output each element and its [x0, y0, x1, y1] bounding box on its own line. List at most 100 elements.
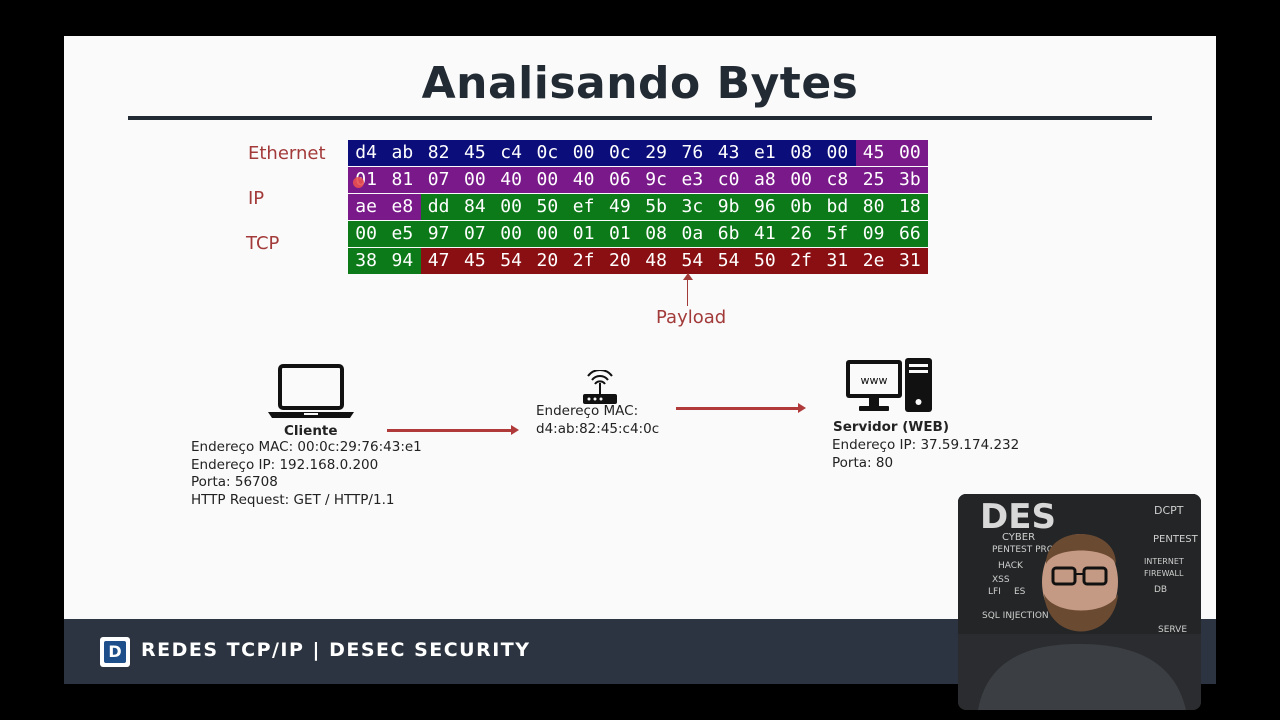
hex-byte-ip: 00	[783, 167, 820, 193]
payload-label: Payload	[656, 307, 727, 328]
client-mac: Endereço MAC: 00:0c:29:76:43:e1	[191, 439, 422, 455]
laptop-icon	[268, 364, 354, 418]
hex-byte-tcp: 84	[456, 194, 493, 220]
hex-byte-payload: 54	[493, 248, 530, 274]
hex-byte-tcp: 18	[891, 194, 928, 220]
board-note-6: INTERNET	[1144, 557, 1184, 566]
hex-byte-tcp: 49	[601, 194, 638, 220]
board-note-3: PENTEST PRO	[992, 545, 1054, 555]
board-note-8: XSS	[992, 575, 1010, 585]
hex-byte-ethernet: c4	[493, 140, 530, 166]
hex-byte-tcp: 26	[783, 221, 820, 247]
hex-byte-ethernet: d4	[348, 140, 385, 166]
hex-byte-ip: 00	[891, 140, 928, 166]
client-request: HTTP Request: GET / HTTP/1.1	[191, 491, 395, 508]
hex-byte-tcp: 94	[384, 248, 421, 274]
board-note-13: SERVE	[1158, 625, 1187, 635]
hex-byte-ip: 3b	[891, 167, 928, 193]
hex-byte-tcp: 97	[420, 221, 457, 247]
hex-byte-ip: 45	[855, 140, 892, 166]
hex-byte-ethernet: 08	[783, 140, 820, 166]
hex-byte-ethernet: e1	[746, 140, 783, 166]
hex-byte-ip: a8	[746, 167, 783, 193]
server-computer-icon: www	[846, 358, 932, 412]
hex-byte-tcp: bd	[819, 194, 856, 220]
board-note-10: ES	[1014, 587, 1026, 597]
board-note-5: HACK	[998, 561, 1024, 571]
router-mac-label: Endereço MAC:	[536, 403, 639, 419]
hex-byte-ethernet: 82	[420, 140, 457, 166]
arrow-router-server-head	[798, 403, 806, 413]
hex-byte-tcp: 50	[529, 194, 566, 220]
hex-byte-payload: 20	[529, 248, 566, 274]
payload-arrow	[687, 276, 688, 306]
hex-byte-tcp: 80	[855, 194, 892, 220]
arrow-client-router	[387, 429, 511, 432]
hex-byte-payload: 50	[746, 248, 783, 274]
desec-logo-letter: D	[104, 641, 126, 663]
hex-byte-ethernet: 00	[819, 140, 856, 166]
hex-byte-payload: 45	[456, 248, 493, 274]
label-ethernet: Ethernet	[248, 143, 326, 164]
hex-byte-ip: c0	[710, 167, 747, 193]
hex-byte-ip: 81	[384, 167, 421, 193]
hex-byte-tcp: 09	[855, 221, 892, 247]
router-icon	[583, 370, 617, 404]
hex-byte-payload: 2f	[565, 248, 602, 274]
router-info: Endereço MAC: d4:ab:82:45:c4:0c	[536, 403, 659, 438]
hex-row: 01 81 07 00 40 00 40 06 9c e3 c0 a8 00 c8 25 3b	[348, 167, 928, 193]
board-note-12: DB	[1154, 585, 1167, 595]
hex-byte-payload: 54	[710, 248, 747, 274]
hex-byte-tcp: 66	[891, 221, 928, 247]
hex-byte-ethernet: 76	[674, 140, 711, 166]
client-ip: Endereço IP: 192.168.0.200	[191, 456, 379, 473]
hex-byte-ip: 40	[493, 167, 530, 193]
board-note-2: CYBER	[1002, 532, 1035, 543]
hex-byte-payload: 47	[420, 248, 457, 274]
client-port: Porta: 56708	[191, 474, 278, 490]
hex-byte-ip: c8	[819, 167, 856, 193]
board-note-11: SQL INJECTION	[982, 611, 1049, 621]
hex-byte-ip: 07	[420, 167, 457, 193]
hex-byte-tcp: 07	[456, 221, 493, 247]
hex-byte-payload: 2e	[855, 248, 892, 274]
arrow-client-router-head	[511, 425, 519, 435]
webcam-video: DES DCPT CYBER PENTEST PRO PENTEST HACK …	[958, 494, 1201, 710]
hex-byte-tcp: 38	[348, 248, 385, 274]
hex-byte-tcp: 00	[493, 194, 530, 220]
hex-byte-tcp: 00	[529, 221, 566, 247]
hex-byte-payload: 31	[819, 248, 856, 274]
hex-byte-tcp: 5b	[638, 194, 675, 220]
hex-byte-tcp: 01	[601, 221, 638, 247]
hex-byte-tcp: dd	[420, 194, 457, 220]
slide-title: Analisando Bytes	[421, 58, 859, 109]
client-name: Cliente	[284, 423, 338, 439]
hex-byte-tcp: 00	[348, 221, 385, 247]
hex-byte-payload: 48	[638, 248, 675, 274]
hex-byte-ethernet: 43	[710, 140, 747, 166]
hex-byte-tcp: 9b	[710, 194, 747, 220]
arrow-router-server	[676, 407, 798, 410]
hex-byte-ethernet: ab	[384, 140, 421, 166]
hex-byte-ip: e3	[674, 167, 711, 193]
hex-dump: d4 ab 82 45 c4 0c 00 0c 29 76 43 e1 08 00 45 00 01 81 07 00…	[348, 140, 928, 275]
board-note-1: DCPT	[1154, 504, 1184, 517]
server-name: Servidor (WEB)	[833, 419, 950, 435]
hex-byte-ip: 9c	[638, 167, 675, 193]
hex-byte-tcp: 3c	[674, 194, 711, 220]
presenter-video-frame: DES DCPT CYBER PENTEST PRO PENTEST HACK …	[958, 494, 1201, 710]
hex-byte-payload: 54	[674, 248, 711, 274]
hex-byte-tcp: e5	[384, 221, 421, 247]
hex-byte-tcp: 01	[565, 221, 602, 247]
hex-byte-ethernet: 0c	[601, 140, 638, 166]
hex-byte-tcp: 41	[746, 221, 783, 247]
hex-byte-ip: 06	[601, 167, 638, 193]
hex-row: 00 e5 97 07 00 00 01 01 08 0a 6b 41 26 5f 09 66	[348, 221, 928, 247]
hex-byte-payload: 2f	[783, 248, 820, 274]
hex-byte-tcp: 00	[493, 221, 530, 247]
board-note-9: LFI	[988, 587, 1001, 597]
hex-byte-ip: 00	[456, 167, 493, 193]
board-text: DES	[980, 497, 1056, 537]
hex-byte-tcp: 6b	[710, 221, 747, 247]
hex-byte-ip: e8	[384, 194, 421, 220]
